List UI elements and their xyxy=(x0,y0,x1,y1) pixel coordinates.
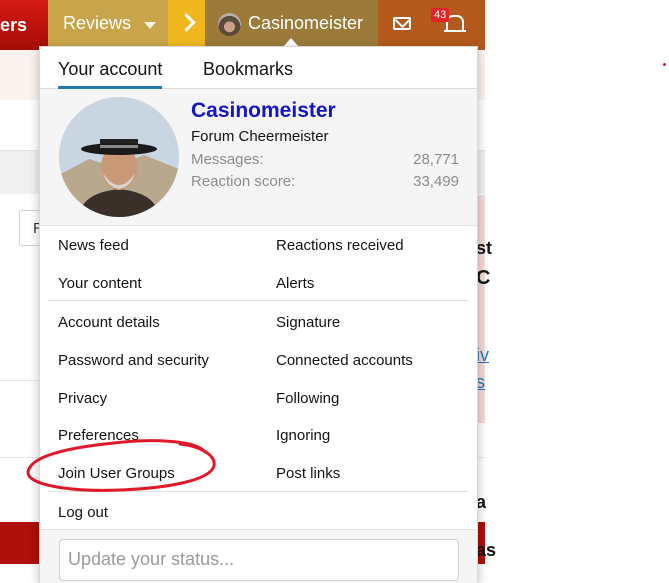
nav-inbox-button[interactable] xyxy=(378,0,426,50)
nav-reviews-tab[interactable]: Reviews xyxy=(48,0,168,50)
bg-text-fragment: as xyxy=(476,540,497,560)
link-post-links[interactable]: Post links xyxy=(276,465,340,482)
alerts-badge: 43 xyxy=(431,8,450,22)
chevron-down-icon xyxy=(144,22,156,29)
link-news-feed[interactable]: News feed xyxy=(58,237,129,254)
reaction-score-label: Reaction score: xyxy=(191,173,296,190)
link-preferences[interactable]: Preferences xyxy=(58,427,139,444)
link-ignoring[interactable]: Ignoring xyxy=(276,427,330,444)
messages-stat: Messages: 28,771 xyxy=(191,151,459,168)
bg-text-fragment: C xyxy=(476,267,491,289)
link-join-user-groups[interactable]: Join User Groups xyxy=(58,465,175,482)
logout-link[interactable]: Log out xyxy=(58,504,108,521)
reaction-score-stat: Reaction score: 33,499 xyxy=(191,173,459,190)
bg-text-fragment: st xyxy=(476,238,493,258)
link-alerts[interactable]: Alerts xyxy=(276,275,314,292)
tab-your-account[interactable]: Your account xyxy=(58,59,163,89)
profile-user-title: Forum Cheermeister xyxy=(191,128,329,145)
menu-divider xyxy=(48,491,468,492)
link-account-details[interactable]: Account details xyxy=(58,314,160,331)
chevron-right-icon xyxy=(177,13,196,32)
link-privacy[interactable]: Privacy xyxy=(58,390,107,407)
avatar-small xyxy=(218,13,241,36)
reaction-score-value: 33,499 xyxy=(413,173,459,190)
link-your-content[interactable]: Your content xyxy=(58,275,142,292)
link-password-security[interactable]: Password and security xyxy=(58,352,209,369)
avatar[interactable] xyxy=(59,97,179,217)
account-dropdown-menu: Your account Bookmarks Casinomeister For… xyxy=(39,46,478,583)
envelope-icon xyxy=(393,17,411,30)
brand-fragment: ers xyxy=(0,15,28,35)
profile-username[interactable]: Casinomeister xyxy=(191,99,336,123)
profile-card: Casinomeister Forum Cheermeister Message… xyxy=(40,89,477,226)
link-connected-accounts[interactable]: Connected accounts xyxy=(276,352,413,369)
menu-divider xyxy=(48,300,468,301)
nav-forward-arrow[interactable] xyxy=(168,0,205,50)
menu-tabs: Your account Bookmarks xyxy=(40,47,477,89)
messages-label: Messages: xyxy=(191,151,264,168)
messages-value: 28,771 xyxy=(413,151,459,168)
link-following[interactable]: Following xyxy=(276,390,339,407)
nav-username: Casinomeister xyxy=(248,13,364,33)
link-reactions-received[interactable]: Reactions received xyxy=(276,237,404,254)
tab-bookmarks[interactable]: Bookmarks xyxy=(203,59,293,80)
annotation-dot xyxy=(663,63,666,66)
link-signature[interactable]: Signature xyxy=(276,314,340,331)
avatar-photo xyxy=(59,97,179,217)
status-input[interactable] xyxy=(60,540,456,578)
nav-reviews-label: Reviews xyxy=(63,13,132,33)
nav-account-button[interactable]: Casinomeister xyxy=(205,0,378,50)
status-update-box xyxy=(59,539,459,581)
nav-alerts-button[interactable]: 43 xyxy=(426,0,485,50)
